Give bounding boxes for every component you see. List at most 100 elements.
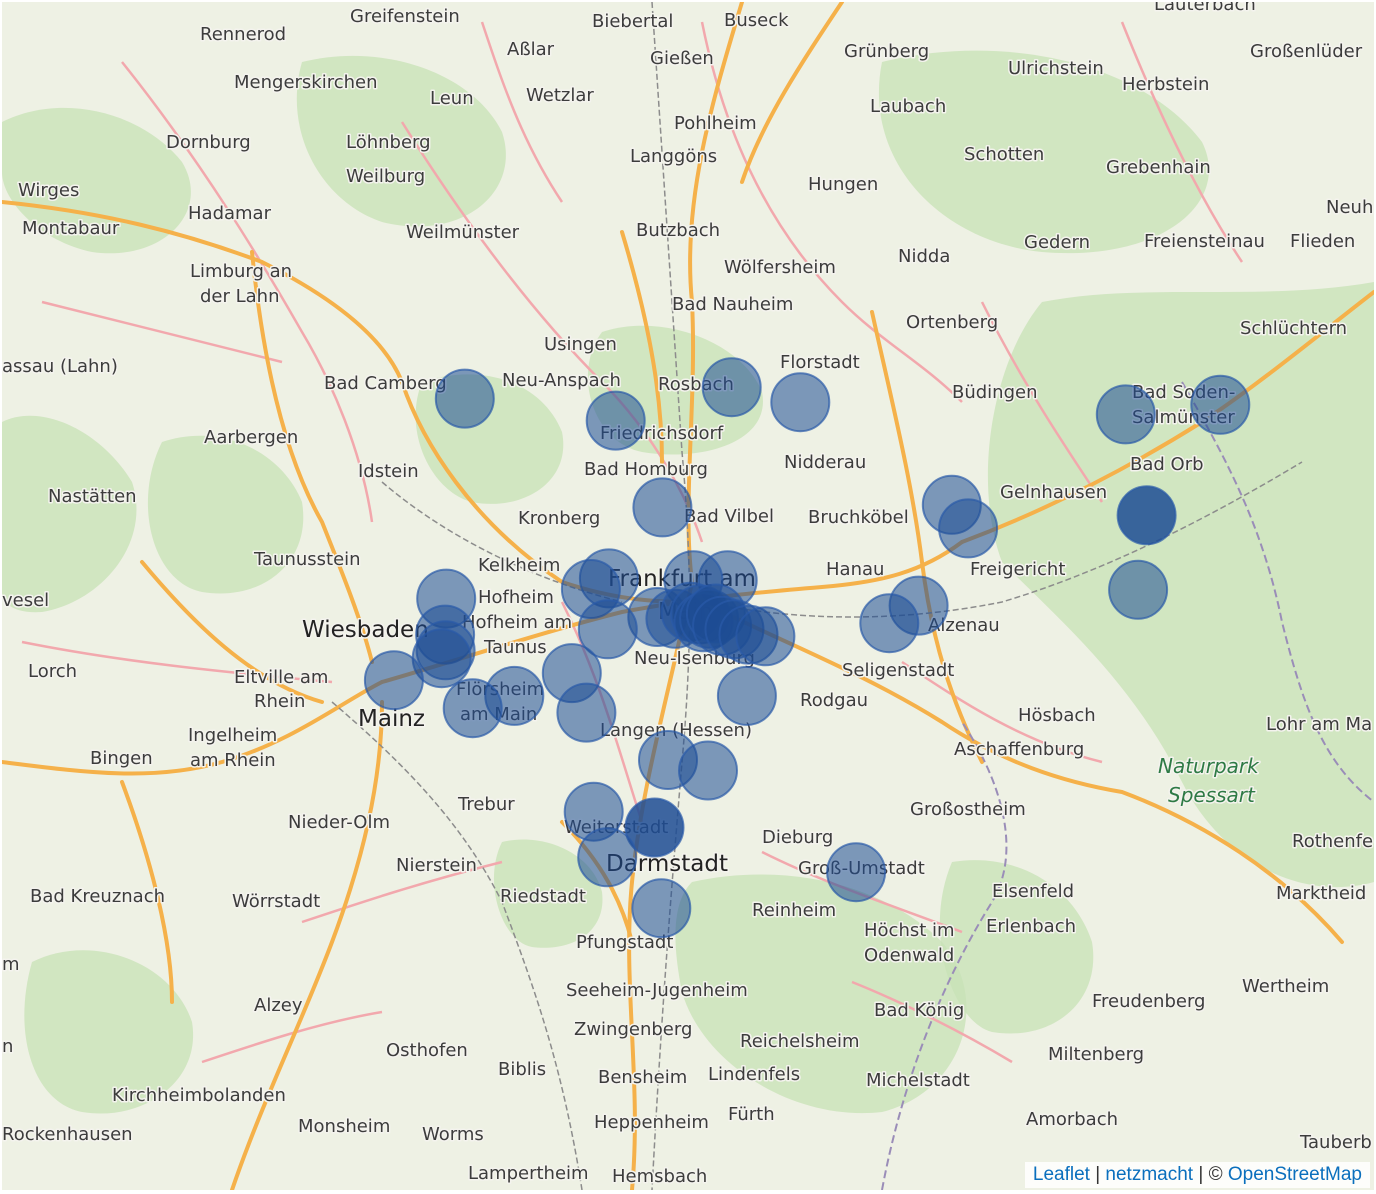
location-circle-marker[interactable]	[1108, 559, 1169, 620]
place-label: Großenlüder	[1250, 41, 1363, 62]
place-label: Trebur	[457, 794, 515, 815]
place-label: Nierstein	[396, 855, 477, 876]
place-label: Wölfersheim	[724, 257, 836, 278]
attribution-copyright: | ©	[1198, 1164, 1223, 1185]
place-label: Grünberg	[844, 41, 929, 62]
place-label: Reichelsheim	[740, 1031, 860, 1052]
place-label: Monsheim	[298, 1116, 390, 1137]
place-label: Schlüchtern	[1240, 318, 1347, 339]
place-label: Wörrstadt	[232, 891, 320, 912]
place-label: Reinheim	[752, 900, 836, 921]
map-view[interactable]: Greifenstein Biebertal Buseck Lauterbach Ren…	[2, 2, 1374, 1190]
location-circle-marker[interactable]	[938, 498, 999, 559]
location-circle-marker[interactable]	[434, 368, 495, 429]
openstreetmap-link[interactable]: OpenStreetMap	[1228, 1164, 1362, 1185]
place-label: Nastätten	[48, 486, 137, 507]
place-label: Rhein	[254, 691, 305, 712]
location-circle-marker[interactable]	[735, 606, 796, 667]
place-label: Buseck	[724, 10, 789, 31]
place-label: Neuh	[1326, 197, 1373, 218]
place-label: Rennerod	[200, 24, 286, 45]
place-label: Freiensteinau	[1144, 231, 1265, 252]
place-label: Leun	[430, 88, 474, 109]
attribution-separator: |	[1095, 1164, 1101, 1185]
location-circle-marker[interactable]	[770, 372, 831, 433]
place-label: Usingen	[544, 334, 617, 355]
place-label: Laubach	[870, 96, 946, 117]
place-label: Montabaur	[22, 218, 120, 239]
map-canvas[interactable]: Greifenstein Biebertal Buseck Lauterbach Ren…	[2, 2, 1374, 1190]
place-label: Hofheim	[478, 587, 554, 608]
place-label: Hadamar	[188, 203, 272, 224]
place-label: Worms	[422, 1124, 484, 1145]
place-label: Naturpark	[1158, 754, 1260, 778]
location-circle-marker[interactable]	[585, 390, 646, 451]
place-label: Wirges	[18, 180, 79, 201]
location-circle-marker[interactable]	[716, 665, 777, 726]
place-label: Rockenhausen	[2, 1124, 133, 1145]
location-circle-marker[interactable]	[631, 878, 692, 939]
place-label: Greifenstein	[350, 6, 460, 27]
place-label: Lindenfels	[708, 1064, 800, 1085]
place-label: Bad Camberg	[324, 373, 447, 394]
location-circle-marker[interactable]	[826, 842, 887, 903]
location-circle-marker[interactable]	[632, 477, 693, 538]
location-circle-marker[interactable]	[1190, 374, 1251, 435]
place-label: Heppenheim	[594, 1112, 709, 1133]
location-circle-marker[interactable]	[701, 357, 762, 418]
motorway	[250, 250, 374, 664]
place-label: Ulrichstein	[1008, 58, 1104, 79]
place-label: Limburg an	[190, 261, 292, 282]
place-label: Ortenberg	[906, 312, 998, 333]
location-circle-marker[interactable]	[1116, 485, 1177, 546]
place-label: Kirchheimbolanden	[112, 1085, 286, 1106]
place-label: n	[2, 1036, 13, 1057]
leaflet-link[interactable]: Leaflet	[1033, 1164, 1090, 1185]
place-label: m	[2, 954, 20, 975]
place-label: Gedern	[1024, 232, 1090, 253]
place-label: Hanau	[826, 559, 884, 580]
location-circle-marker[interactable]	[678, 740, 738, 801]
place-label: Zwingenberg	[574, 1019, 692, 1040]
location-circle-marker[interactable]	[363, 650, 424, 711]
place-label: Riedstadt	[500, 886, 586, 907]
place-label: Pohlheim	[674, 113, 757, 134]
location-circle-marker[interactable]	[859, 593, 920, 654]
place-label: Nidda	[898, 246, 950, 267]
place-label: Eltville am	[234, 667, 328, 688]
place-label: der Lahn	[200, 286, 280, 307]
location-circle-marker[interactable]	[556, 682, 617, 743]
place-label: Erlenbach	[986, 916, 1076, 937]
place-label: Gelnhausen	[1000, 482, 1107, 503]
place-label: Bad Homburg	[584, 459, 708, 480]
place-label: Seligenstadt	[842, 660, 954, 681]
place-label: Hofheim am	[462, 612, 572, 633]
place-label: Marktheid	[1276, 883, 1366, 904]
place-label: Hösbach	[1018, 705, 1096, 726]
place-label: Michelstadt	[866, 1070, 970, 1091]
place-label: Miltenberg	[1048, 1044, 1144, 1065]
place-label: Hungen	[808, 174, 878, 195]
place-label: Gießen	[650, 48, 714, 69]
netzmacht-link[interactable]: netzmacht	[1105, 1164, 1193, 1185]
place-label: Bruchköbel	[808, 507, 909, 528]
place-label: Osthofen	[386, 1040, 468, 1061]
place-label: Butzbach	[636, 220, 720, 241]
location-circle-marker[interactable]	[1095, 384, 1156, 445]
place-label: Kronberg	[518, 508, 600, 529]
place-label: Wetzlar	[526, 85, 594, 106]
place-label: Weilburg	[346, 166, 425, 187]
location-circle-marker[interactable]	[577, 827, 638, 888]
place-label: Fürth	[728, 1104, 775, 1125]
place-label: assau (Lahn)	[2, 356, 118, 377]
place-label: Bingen	[90, 748, 153, 769]
place-label: Seeheim-Jugenheim	[566, 980, 748, 1001]
place-label: Lampertheim	[468, 1163, 589, 1184]
place-label: Bad Vilbel	[684, 506, 774, 527]
place-label: Wiesbaden	[302, 617, 429, 643]
place-label: Büdingen	[952, 382, 1038, 403]
place-label: Bad Kreuznach	[30, 886, 165, 907]
place-label: Odenwald	[864, 945, 954, 966]
location-circle-marker[interactable]	[442, 678, 503, 739]
place-label: Florstadt	[780, 352, 860, 373]
